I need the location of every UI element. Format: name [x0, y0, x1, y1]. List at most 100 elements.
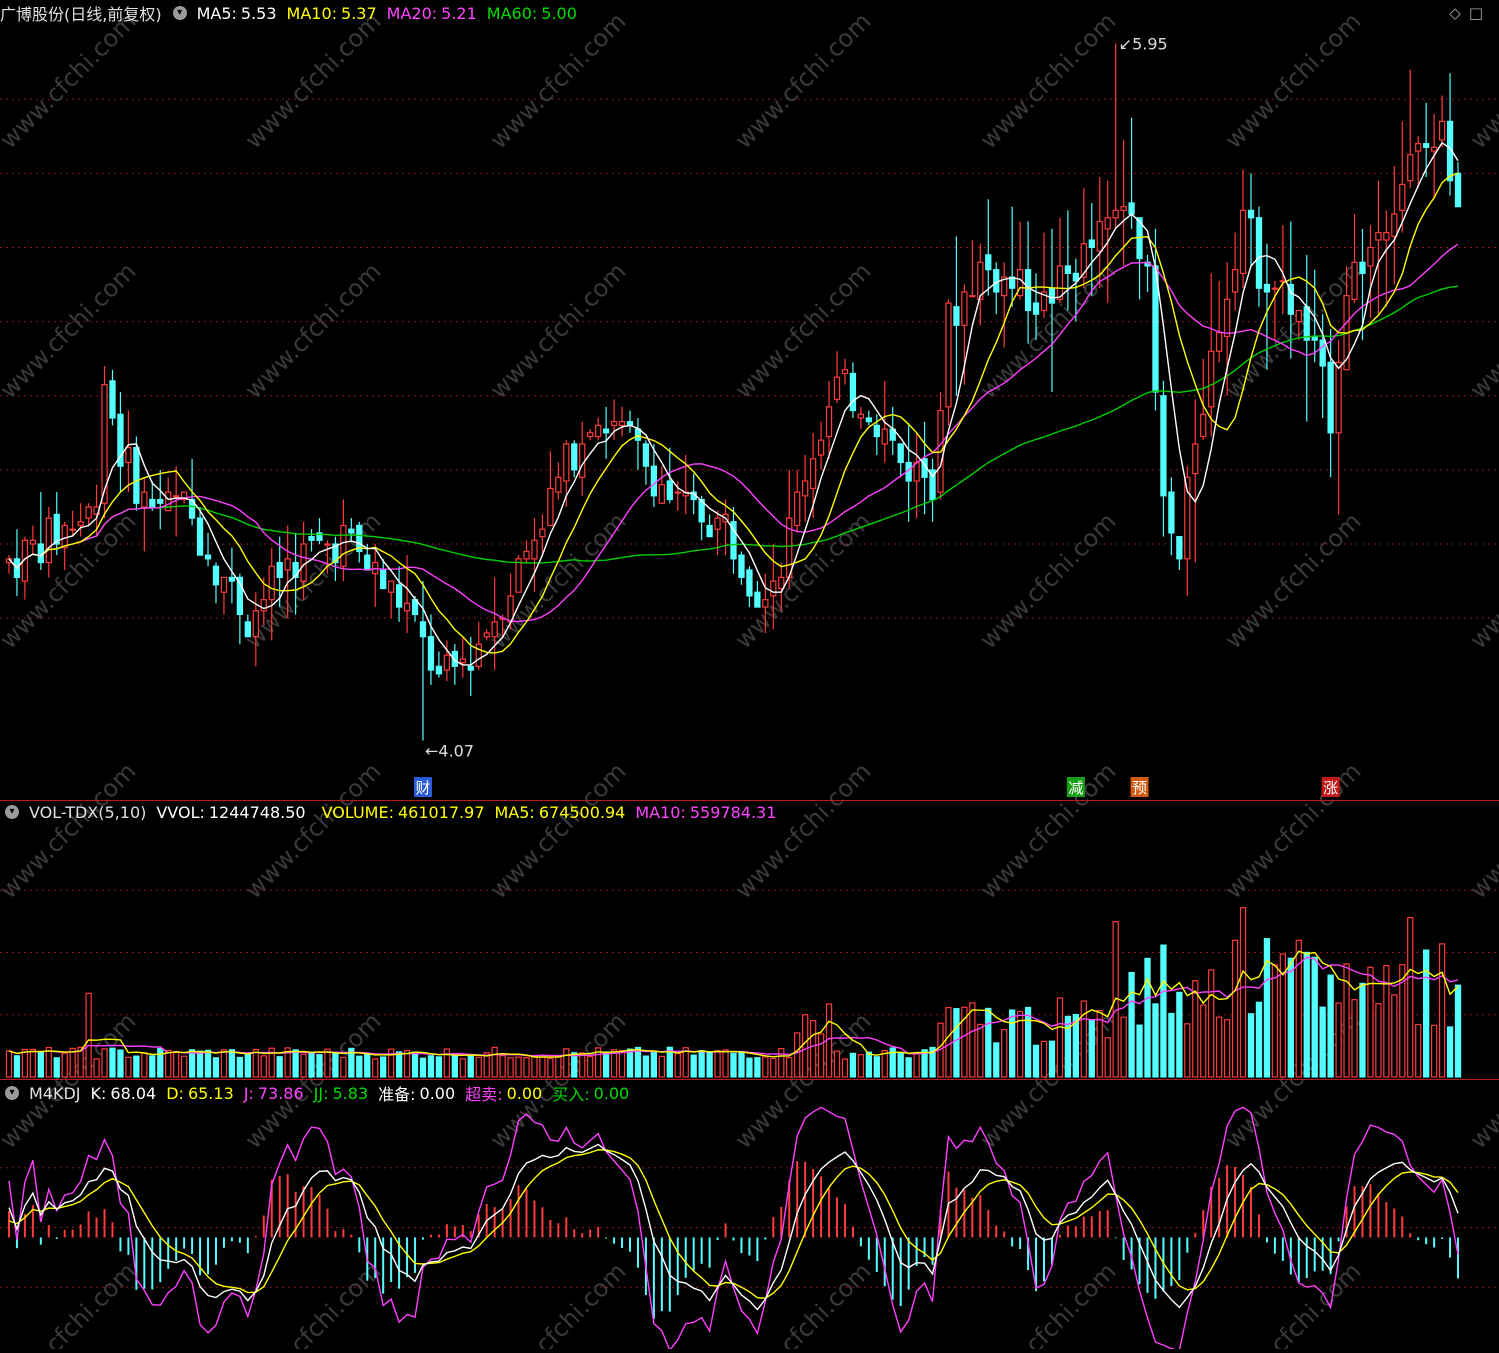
volume-bar: [1136, 1024, 1143, 1078]
d-label: D:: [166, 1083, 184, 1103]
watermark-text: www.cfchi.com: [1219, 757, 1366, 904]
volume-bar: [85, 992, 92, 1078]
candle-body: [985, 254, 992, 271]
vol-dropdown-icon[interactable]: ▾: [5, 805, 19, 819]
volume-bar: [260, 1055, 267, 1078]
volume-bar: [276, 1056, 283, 1078]
square-icon[interactable]: □: [1469, 4, 1491, 22]
volume-bar: [403, 1050, 411, 1078]
watermark-text: www.cfchi.com: [974, 1257, 1121, 1349]
volume-bar: [634, 1046, 642, 1078]
settings-dropdown-icon[interactable]: ▾: [172, 6, 187, 20]
volume-bar: [499, 1055, 506, 1078]
volume-bar: [141, 1052, 148, 1078]
candle-body: [897, 443, 904, 464]
watermark-text: www.cfchi.com: [0, 257, 141, 404]
chart-svg[interactable]: www.cfchi.com www.cfchi.com www.cfchi.com w…: [0, 0, 1499, 1353]
candle-body: [666, 480, 673, 501]
kdj-d-line: [8, 1149, 1459, 1300]
volume-bar: [220, 1049, 228, 1078]
volume-bar: [1303, 951, 1310, 1078]
volume-bar: [69, 1047, 76, 1078]
volume-bar: [1335, 1002, 1342, 1078]
diamond-icon[interactable]: ◇: [1449, 4, 1469, 22]
volume-bar: [212, 1057, 220, 1078]
volume-bar: [579, 1052, 586, 1078]
candle-body: [515, 558, 522, 593]
candle-body: [1454, 172, 1462, 208]
volume-bar: [133, 1055, 140, 1078]
volume-bar: [395, 1051, 403, 1078]
volume-bar: [356, 1055, 363, 1078]
volume-bar: [173, 1050, 180, 1078]
candle-body: [204, 554, 212, 560]
candle-body: [738, 554, 745, 578]
candle-body: [1399, 183, 1406, 211]
kdj-dropdown-icon[interactable]: ▾: [5, 1086, 19, 1100]
event-marker-text: 涨: [1323, 779, 1338, 797]
candle-body: [1367, 246, 1374, 267]
candle-body: [61, 524, 68, 549]
watermark-text: www.cfchi.com: [239, 257, 386, 404]
volume-bar: [1239, 907, 1247, 1078]
volume-bar: [762, 1056, 769, 1078]
candle-body: [173, 495, 180, 498]
candle-body: [873, 424, 880, 438]
candle-body: [714, 517, 721, 530]
candle-body: [1223, 298, 1231, 338]
ma60-value: 5.00: [541, 3, 577, 23]
candle-body: [610, 421, 618, 426]
candle-body: [746, 569, 753, 597]
candle-body: [483, 632, 490, 638]
volume-bar: [117, 1049, 124, 1078]
candle-body: [1088, 239, 1095, 249]
volume-bar: [252, 1048, 259, 1078]
candle-body: [642, 443, 650, 467]
volume-bar: [244, 1053, 251, 1078]
candle-body: [1407, 154, 1414, 182]
candle-body: [1303, 306, 1310, 341]
volume-bar: [125, 1056, 132, 1078]
watermark-text: www.cfchi.com: [729, 757, 876, 904]
candle-body: [133, 447, 140, 504]
volume-bar: [650, 1050, 658, 1078]
candle-body: [69, 528, 76, 531]
low-price-label: ←4.07: [425, 742, 474, 761]
volume-bar: [841, 1058, 849, 1078]
candle-body: [1295, 309, 1302, 323]
volume-bar: [1223, 1019, 1231, 1078]
volume-bar: [300, 1053, 307, 1078]
kdj-legend: ▾ M4KDJ K: 68.04 D: 65.13 J: 73.86 JJ: 5.83 …: [0, 1081, 639, 1105]
candle-body: [324, 543, 331, 546]
top-right-icons: ◇□: [1449, 4, 1491, 22]
candle-body: [961, 291, 968, 326]
candle-body: [1112, 209, 1119, 219]
volume-bar: [873, 1056, 880, 1078]
candle-body: [1160, 395, 1167, 497]
volume-bar: [109, 1047, 116, 1078]
volume-bar: [1327, 974, 1334, 1078]
chart-canvas[interactable]: www.cfchi.com www.cfchi.com www.cfchi.com w…: [0, 0, 1499, 1353]
volume-bar: [730, 1052, 737, 1078]
candle-body: [196, 517, 204, 556]
volume-bar: [324, 1048, 331, 1078]
volume-bar: [1438, 943, 1446, 1078]
oversold-value: 0.00: [506, 1083, 543, 1103]
candle-body: [563, 443, 570, 482]
volume-bar: [1415, 1023, 1422, 1078]
prep-value: 0.00: [419, 1083, 456, 1103]
volume-bar: [1088, 1018, 1095, 1078]
volume-bar: [507, 1057, 514, 1078]
candle-body: [778, 576, 785, 590]
candle-body: [419, 621, 427, 638]
candle-body: [794, 491, 801, 527]
volume-bar: [746, 1057, 753, 1078]
candle-body: [802, 480, 809, 497]
volume-bar: [1080, 1000, 1087, 1078]
volume-bar: [1184, 1023, 1191, 1078]
volume-bar: [419, 1057, 427, 1078]
volume-bar: [674, 1052, 681, 1078]
event-marker-text: 预: [1132, 779, 1147, 797]
buy-label: 买入:: [552, 1085, 590, 1104]
vol-ma5-label: MA5:: [494, 802, 535, 822]
